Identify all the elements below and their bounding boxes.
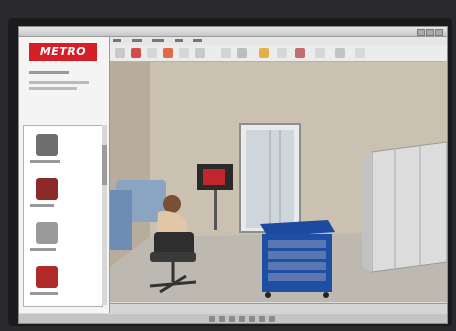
menu-item[interactable] (113, 39, 121, 42)
sidebar-text (29, 81, 89, 84)
app-window: METRO (18, 26, 448, 324)
list-item[interactable] (30, 178, 80, 214)
maximize-icon[interactable] (426, 29, 434, 36)
view-control-icon[interactable] (209, 316, 215, 322)
sidebar-heading (29, 71, 69, 74)
product-label (30, 248, 56, 251)
toolbar-button[interactable] (115, 48, 125, 58)
toolbar-button[interactable] (221, 48, 231, 58)
toolbar-button[interactable] (355, 48, 365, 58)
room-scene (110, 62, 447, 302)
list-item[interactable] (30, 222, 80, 258)
product-label (30, 292, 58, 295)
view-control-icon[interactable] (259, 316, 265, 322)
toolbar-button[interactable] (147, 48, 157, 58)
product-thumbnail (36, 178, 58, 200)
minimize-icon[interactable] (417, 29, 425, 36)
title-bar[interactable] (19, 27, 447, 37)
product-label (30, 204, 54, 207)
list-item[interactable] (30, 266, 80, 302)
menu-bar (109, 37, 447, 45)
view-control-icon[interactable] (219, 316, 225, 322)
product-sidebar: METRO (19, 37, 110, 313)
scrollbar-thumb[interactable] (102, 145, 107, 185)
toolbar-button[interactable] (277, 48, 287, 58)
product-thumbnail (36, 134, 58, 156)
metro-logo: METRO (29, 43, 97, 61)
toolbar-button[interactable] (179, 48, 189, 58)
toolbar-button[interactable] (295, 48, 305, 58)
bottom-controls (19, 314, 447, 323)
toolbar-button[interactable] (195, 48, 205, 58)
menu-item[interactable] (131, 39, 142, 42)
toolbar-button[interactable] (315, 48, 325, 58)
toolbar-button[interactable] (163, 48, 173, 58)
toolbar-button[interactable] (259, 48, 269, 58)
view-control-icon[interactable] (269, 316, 275, 322)
product-thumbnail (36, 222, 58, 244)
menu-item[interactable] (193, 39, 203, 42)
toolbar-button[interactable] (131, 48, 141, 58)
product-label (30, 160, 60, 163)
product-list-scrollbar[interactable] (102, 125, 107, 305)
close-icon[interactable] (435, 29, 443, 36)
toolbar-button[interactable] (335, 48, 345, 58)
viewport-status-bar (110, 303, 447, 314)
view-control-icon[interactable] (249, 316, 255, 322)
toolbar-button[interactable] (237, 48, 247, 58)
toolbar (109, 45, 447, 62)
menu-item[interactable] (152, 39, 165, 42)
product-thumbnail (36, 266, 58, 288)
sidebar-text (29, 87, 77, 90)
product-list (23, 125, 103, 307)
3d-viewport[interactable] (110, 62, 447, 302)
view-control-icon[interactable] (229, 316, 235, 322)
view-control-icon[interactable] (239, 316, 245, 322)
menu-item[interactable] (174, 39, 183, 42)
list-item[interactable] (30, 134, 80, 170)
